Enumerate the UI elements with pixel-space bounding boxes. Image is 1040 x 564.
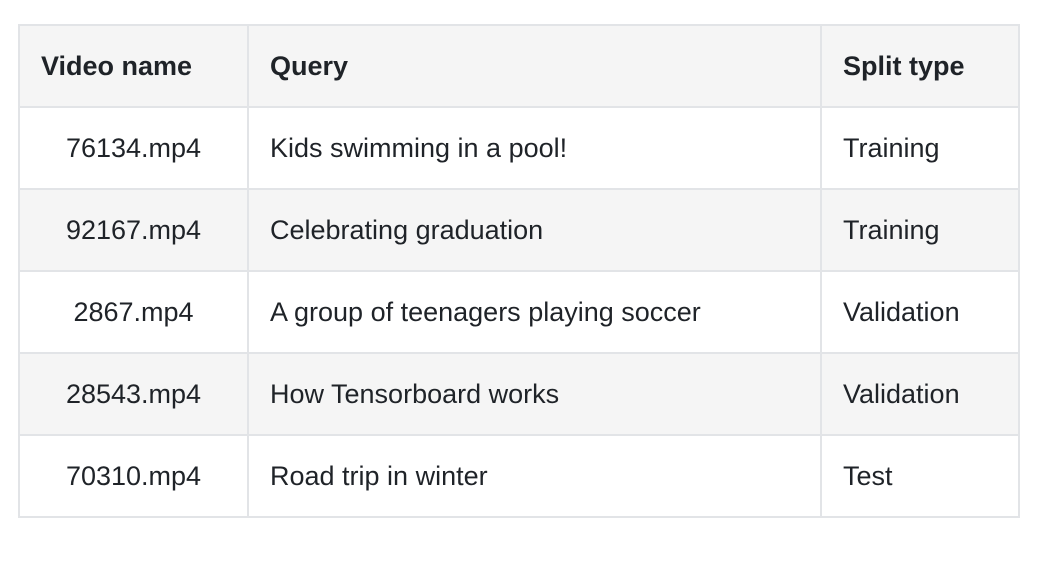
table-row: 76134.mp4 Kids swimming in a pool! Train… — [18, 106, 1020, 190]
header-row: Video name Query Split type — [18, 24, 1020, 108]
table-body: 76134.mp4 Kids swimming in a pool! Train… — [18, 106, 1020, 518]
header-video-name: Video name — [18, 24, 249, 108]
cell-video-name: 76134.mp4 — [18, 106, 249, 190]
header-split-type: Split type — [820, 24, 1020, 108]
table-row: 92167.mp4 Celebrating graduation Trainin… — [18, 188, 1020, 272]
video-dataset-table: Video name Query Split type 76134.mp4 Ki… — [18, 24, 1020, 518]
cell-video-name: 28543.mp4 — [18, 352, 249, 436]
table-row: 2867.mp4 A group of teenagers playing so… — [18, 270, 1020, 354]
cell-video-name: 92167.mp4 — [18, 188, 249, 272]
cell-query: How Tensorboard works — [247, 352, 822, 436]
cell-query: A group of teenagers playing soccer — [247, 270, 822, 354]
cell-split-type: Training — [820, 106, 1020, 190]
cell-video-name: 2867.mp4 — [18, 270, 249, 354]
cell-split-type: Test — [820, 434, 1020, 518]
cell-split-type: Validation — [820, 270, 1020, 354]
cell-query: Road trip in winter — [247, 434, 822, 518]
table-row: 70310.mp4 Road trip in winter Test — [18, 434, 1020, 518]
cell-query: Celebrating graduation — [247, 188, 822, 272]
cell-split-type: Validation — [820, 352, 1020, 436]
cell-video-name: 70310.mp4 — [18, 434, 249, 518]
cell-split-type: Training — [820, 188, 1020, 272]
table-header: Video name Query Split type — [18, 24, 1020, 108]
cell-query: Kids swimming in a pool! — [247, 106, 822, 190]
header-query: Query — [247, 24, 822, 108]
table-row: 28543.mp4 How Tensorboard works Validati… — [18, 352, 1020, 436]
